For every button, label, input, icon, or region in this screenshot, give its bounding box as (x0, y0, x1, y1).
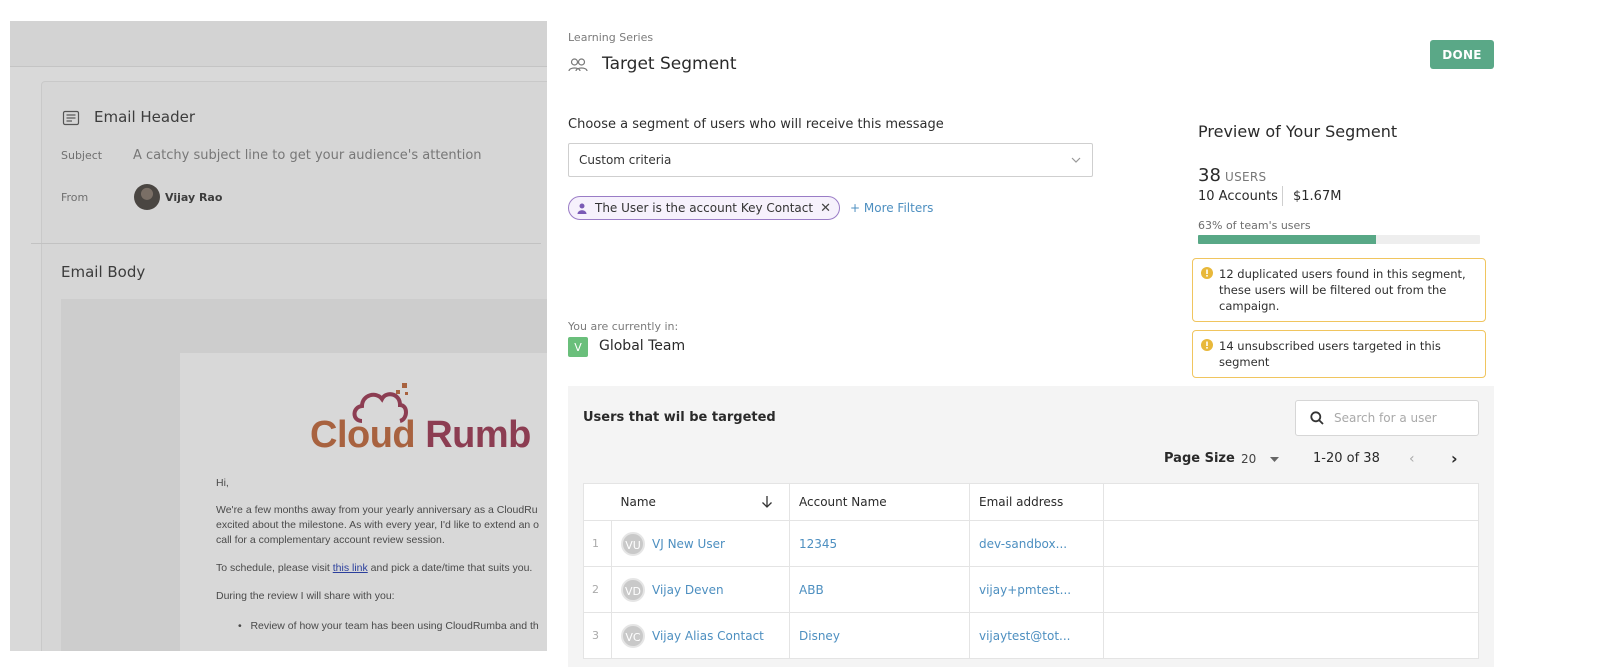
empty-cell (1103, 612, 1479, 659)
user-name-link[interactable]: Vijay Alias Contact (652, 629, 764, 643)
name-column-header[interactable]: Name (611, 483, 790, 521)
team-users-percentage: 63% of team's users (1198, 219, 1311, 232)
caret-down-icon[interactable] (1270, 457, 1279, 463)
done-button[interactable]: DONE (1430, 40, 1494, 69)
avatar: VD (621, 577, 645, 602)
users-group-icon (568, 58, 588, 72)
avatar: VU (621, 531, 645, 556)
unsubscribed-users-warning: 14 unsubscribed users targeted in this s… (1192, 330, 1486, 378)
warning-text: 12 duplicated users found in this segmen… (1219, 267, 1466, 313)
search-icon (1310, 411, 1324, 425)
avatar: VC (621, 623, 645, 648)
account-name-link[interactable]: ABB (789, 566, 970, 613)
user-name-cell[interactable]: VU VJ New User (611, 520, 790, 567)
users-count: 38 (1198, 165, 1221, 186)
sender-name[interactable]: Vijay Rao (165, 191, 222, 204)
amount-value: $1.67M (1293, 189, 1342, 204)
page-size-select[interactable]: 20 (1241, 452, 1256, 466)
email-column-header[interactable]: Email address (969, 483, 1104, 521)
table-title: Users that wil be targeted (583, 410, 776, 425)
team-name: Global Team (599, 338, 686, 354)
letter-bullet-1: • Review of how your team has been using… (238, 620, 539, 632)
sender-avatar (134, 184, 160, 210)
letter-paragraph-1b: excited about the milestone. As with eve… (216, 519, 540, 531)
next-page-icon[interactable]: › (1451, 449, 1458, 468)
row-index: 3 (583, 612, 612, 659)
table-header-row: Name Account Name Email address (583, 483, 1479, 521)
letter-paragraph-1a: We're a few months away from your yearly… (216, 504, 538, 516)
newspaper-icon (62, 110, 80, 126)
prev-page-icon[interactable]: ‹ (1409, 451, 1415, 467)
table-row: 1 VU VJ New User 12345 dev-sandbox... (583, 520, 1479, 567)
more-filters-link[interactable]: + More Filters (850, 201, 933, 215)
team-users-progress (1198, 235, 1480, 244)
email-header-title: Email Header (94, 108, 196, 126)
segment-label: Choose a segment of users who will recei… (568, 117, 944, 132)
breadcrumb: Learning Series (568, 31, 654, 44)
page-title: Target Segment (602, 54, 737, 74)
users-table: Name Account Name Email address 1 VU VJ N… (583, 483, 1479, 659)
email-link[interactable]: dev-sandbox... (969, 520, 1104, 567)
user-name-cell[interactable]: VD Vijay Deven (611, 566, 790, 613)
email-body-title: Email Body (61, 263, 146, 281)
letter-paragraph-3: During the review I will share with you: (216, 590, 395, 602)
user-icon (577, 203, 587, 214)
subject-input[interactable]: A catchy subject line to get your audien… (133, 148, 482, 163)
row-index: 2 (583, 566, 612, 613)
editor-topbar (10, 21, 562, 67)
filter-chip-label: The User is the account Key Contact (595, 201, 814, 215)
from-label: From (61, 191, 89, 204)
stat-divider (1282, 186, 1283, 206)
accounts-count: 10 Accounts (1198, 189, 1278, 204)
warning-icon (1201, 339, 1213, 351)
email-link[interactable]: vijay+pmtest... (969, 566, 1104, 613)
chevron-down-icon (1071, 157, 1081, 163)
schedule-link[interactable]: this link (333, 562, 368, 574)
email-editor-background: Email Header Subject A catchy subject li… (10, 21, 562, 651)
table-row: 3 VC Vijay Alias Contact Disney vijaytest… (583, 612, 1479, 659)
filter-chip[interactable]: The User is the account Key Contact ✕ (568, 196, 840, 220)
preview-title: Preview of Your Segment (1198, 122, 1398, 141)
empty-column-header (1103, 483, 1479, 521)
close-icon[interactable]: ✕ (820, 201, 831, 216)
segment-select-value: Custom criteria (579, 153, 672, 167)
user-name-link[interactable]: Vijay Deven (652, 583, 724, 597)
users-label: USERS (1225, 170, 1267, 184)
email-link[interactable]: vijaytest@tot... (969, 612, 1104, 659)
segment-select[interactable]: Custom criteria (568, 143, 1093, 177)
cloudrumba-logo: Cloud Rumb (310, 414, 531, 456)
team-badge: V (568, 337, 588, 357)
table-row: 2 VD Vijay Deven ABB vijay+pmtest... (583, 566, 1479, 613)
account-name-link[interactable]: Disney (789, 612, 970, 659)
empty-cell (1103, 566, 1479, 613)
user-name-link[interactable]: VJ New User (652, 537, 725, 551)
search-placeholder: Search for a user (1334, 411, 1437, 425)
letter-greeting: Hi, (216, 477, 229, 489)
progress-fill (1198, 235, 1376, 244)
warning-icon (1201, 267, 1213, 279)
subject-label: Subject (61, 149, 103, 162)
letter-paragraph-2: To schedule, please visit this link and … (216, 562, 533, 574)
page-size-label: Page Size (1164, 451, 1235, 466)
account-column-header[interactable]: Account Name (789, 483, 970, 521)
sort-arrow-down-icon[interactable] (761, 495, 773, 508)
pagination-range: 1-20 of 38 (1313, 451, 1380, 466)
duplicate-users-warning: 12 duplicated users found in this segmen… (1192, 258, 1486, 322)
current-team-label: You are currently in: (568, 320, 679, 333)
user-name-cell[interactable]: VC Vijay Alias Contact (611, 612, 790, 659)
search-input[interactable]: Search for a user (1295, 400, 1479, 436)
letter-paragraph-1c: call for a complementary account review … (216, 534, 445, 546)
target-segment-panel: Learning Series Target Segment DONE Choo… (547, 0, 1600, 667)
warning-text: 14 unsubscribed users targeted in this s… (1219, 339, 1441, 369)
row-index: 1 (583, 520, 612, 567)
divider (31, 243, 541, 244)
index-column-header (583, 483, 612, 521)
account-name-link[interactable]: 12345 (789, 520, 970, 567)
empty-cell (1103, 520, 1479, 567)
